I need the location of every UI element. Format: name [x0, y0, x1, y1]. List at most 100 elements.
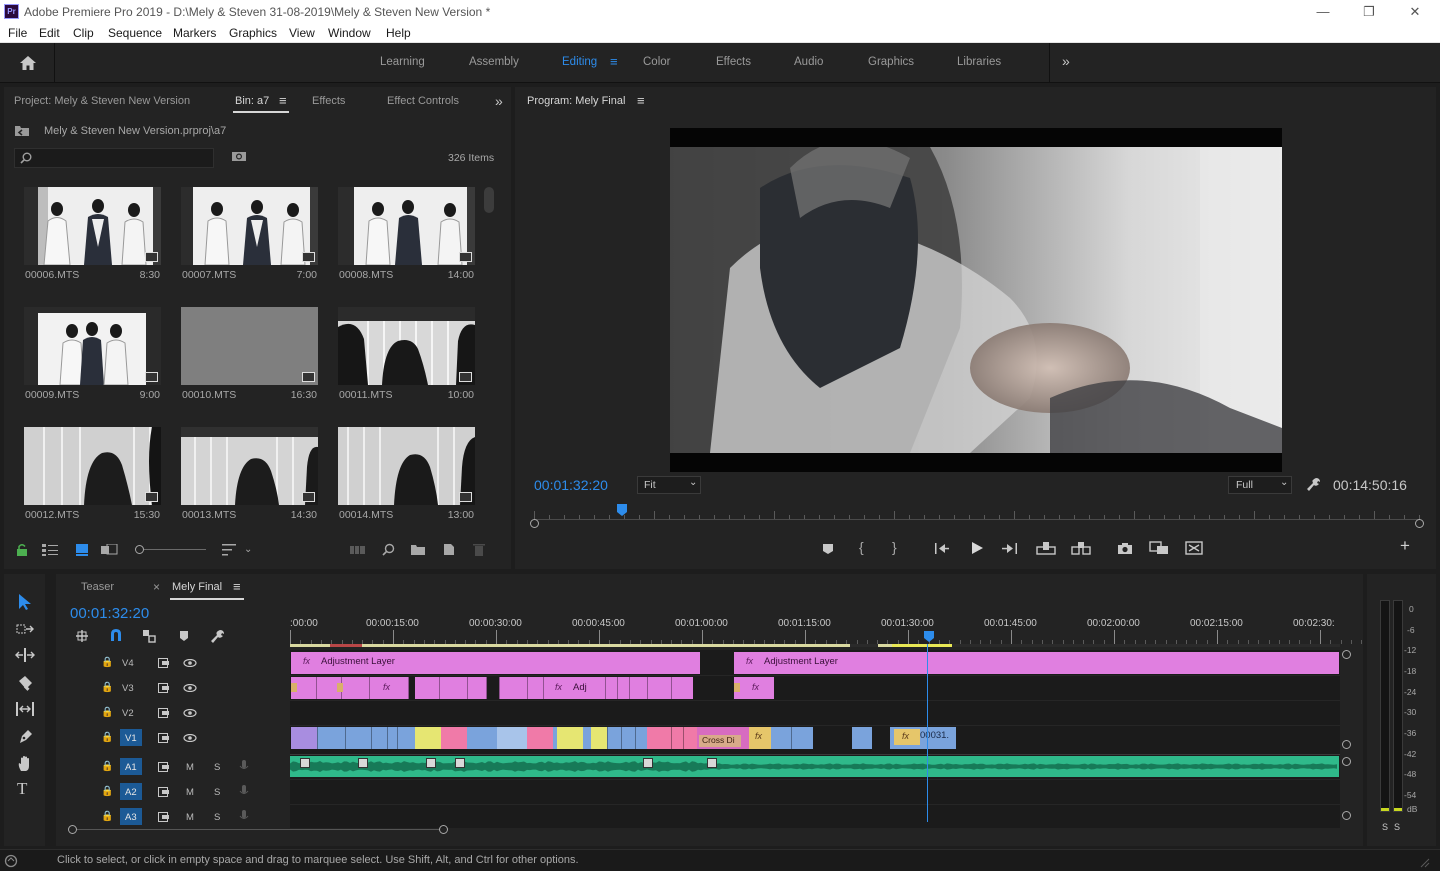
lock-icon[interactable] [16, 543, 28, 556]
menu-window[interactable]: Window [328, 26, 371, 40]
track-select-forward-tool-icon[interactable] [16, 622, 34, 636]
audio-scroll-handle[interactable] [1342, 811, 1351, 820]
sync-lock-icon[interactable] [158, 812, 170, 822]
mute-button[interactable]: M [186, 812, 194, 823]
clip-adjustment-layer[interactable]: fx Adjustment Layer [734, 652, 1339, 674]
mute-button[interactable]: M [186, 787, 194, 798]
sync-lock-icon[interactable] [158, 787, 170, 797]
program-menu-icon[interactable]: ≡ [637, 93, 645, 108]
restore-icon[interactable]: ❐ [1346, 2, 1392, 22]
lock-track-icon[interactable]: 🔒 [101, 760, 113, 774]
clip-v3-segment[interactable]: fx [734, 677, 774, 699]
sync-lock-icon[interactable] [158, 683, 170, 693]
clip-thumbnail[interactable] [24, 307, 161, 385]
comparison-view-icon[interactable] [1149, 541, 1169, 555]
new-bin-icon[interactable] [411, 544, 426, 556]
audio-scroll-handle[interactable] [1342, 757, 1351, 766]
icon-view-icon[interactable] [76, 544, 88, 556]
resolution-select[interactable]: Full ⌄ [1228, 476, 1292, 494]
track-lanes[interactable]: fx Adjustment Layer fx Adjustment Layer [290, 644, 1340, 828]
sync-lock-icon[interactable] [158, 733, 170, 743]
search-input[interactable] [14, 148, 214, 168]
workspace-audio[interactable]: Audio [794, 56, 823, 68]
clip-thumbnail[interactable] [181, 307, 318, 385]
menu-file[interactable]: File [8, 26, 27, 40]
mute-button[interactable]: M [186, 762, 194, 773]
selection-tool-icon[interactable] [17, 593, 33, 611]
clear-icon[interactable] [473, 543, 485, 556]
automate-to-sequence-icon[interactable] [350, 544, 366, 556]
extract-icon[interactable] [1071, 541, 1091, 555]
freeform-view-icon[interactable] [101, 544, 119, 556]
clip-audio-a1[interactable] [290, 756, 1339, 777]
type-tool-icon[interactable]: T [17, 780, 27, 797]
new-item-icon[interactable] [443, 543, 455, 556]
lock-track-icon[interactable]: 🔒 [101, 656, 113, 670]
sync-lock-icon[interactable] [158, 762, 170, 772]
pen-tool-icon[interactable] [17, 729, 33, 745]
program-monitor-title[interactable]: Program: Mely Final [527, 95, 625, 107]
menu-edit[interactable]: Edit [39, 26, 60, 40]
more-workspaces-icon[interactable]: » [1062, 53, 1070, 69]
track-label-v1[interactable]: V1 [125, 733, 137, 744]
mark-in-icon[interactable]: { [859, 540, 864, 554]
eye-icon[interactable] [183, 709, 197, 717]
slip-tool-icon[interactable] [15, 702, 35, 716]
zoom-slider-handle[interactable] [135, 545, 144, 554]
menu-graphics[interactable]: Graphics [229, 26, 277, 40]
clip-v1-segment[interactable] [852, 727, 872, 749]
menu-view[interactable]: View [289, 26, 315, 40]
eye-icon[interactable] [183, 734, 197, 742]
go-to-out-icon[interactable] [1002, 542, 1018, 555]
transition-marker[interactable] [358, 758, 368, 768]
ripple-edit-tool-icon[interactable] [15, 648, 35, 662]
zoom-slider-track[interactable] [144, 549, 206, 550]
menu-sequence[interactable]: Sequence [108, 26, 162, 40]
clip-thumbnail[interactable] [338, 187, 475, 265]
timeline-playhead[interactable] [923, 631, 935, 643]
bin-scrollbar[interactable] [484, 187, 494, 213]
tab-effect-controls[interactable]: Effect Controls [387, 95, 459, 107]
clip-thumbnail[interactable] [338, 427, 475, 505]
microphone-icon[interactable] [239, 809, 249, 824]
more-panels-icon[interactable]: » [495, 93, 503, 109]
sync-lock-icon[interactable] [158, 708, 170, 718]
clip-v3-segment[interactable]: fx fx Adj [291, 677, 693, 699]
track-label-v4[interactable]: V4 [122, 658, 146, 674]
snap-icon[interactable] [109, 628, 123, 642]
bin-tab-menu-icon[interactable]: ≡ [279, 93, 287, 108]
clip-thumbnail[interactable] [181, 427, 318, 505]
solo-button[interactable]: S [214, 812, 220, 823]
microphone-icon[interactable] [239, 784, 249, 799]
find-icon[interactable] [382, 543, 395, 556]
transition-marker[interactable] [707, 758, 717, 768]
sort-dropdown-icon[interactable]: ⌄ [244, 543, 252, 557]
tab-bin-a7[interactable]: Bin: a7 [235, 95, 269, 107]
close-icon[interactable]: ✕ [1392, 2, 1438, 22]
lock-track-icon[interactable]: 🔒 [101, 810, 113, 824]
zoom-level-select[interactable]: Fit ⌄ [637, 476, 701, 494]
solo-right-button[interactable]: S [1394, 822, 1400, 832]
clip-adjustment-layer[interactable]: fx Adjustment Layer [291, 652, 700, 674]
solo-button[interactable]: S [214, 762, 220, 773]
track-label-v2[interactable]: V2 [122, 708, 134, 719]
add-marker-timeline-icon[interactable] [179, 630, 189, 642]
workspace-effects[interactable]: Effects [716, 56, 751, 68]
tab-effects[interactable]: Effects [312, 95, 345, 107]
clip-thumbnail[interactable] [24, 427, 161, 505]
solo-button[interactable]: S [214, 787, 220, 798]
workspace-editing[interactable]: Editing [562, 56, 597, 68]
sync-lock-icon[interactable] [158, 658, 170, 668]
menu-help[interactable]: Help [386, 26, 411, 40]
insert-nest-icon[interactable] [75, 629, 89, 643]
workspace-menu-icon[interactable]: ≡ [610, 54, 618, 69]
clip-thumbnail[interactable] [181, 187, 318, 265]
export-frame-icon[interactable] [1117, 542, 1133, 555]
transition-marker[interactable] [455, 758, 465, 768]
lock-track-icon[interactable]: 🔒 [101, 785, 113, 799]
tab-teaser[interactable]: Teaser [81, 581, 114, 593]
scrubber-start-handle[interactable] [530, 519, 539, 528]
minimize-icon[interactable]: — [1300, 2, 1346, 22]
timeline-menu-icon[interactable]: ≡ [233, 579, 241, 594]
mark-out-icon[interactable]: } [892, 540, 897, 554]
